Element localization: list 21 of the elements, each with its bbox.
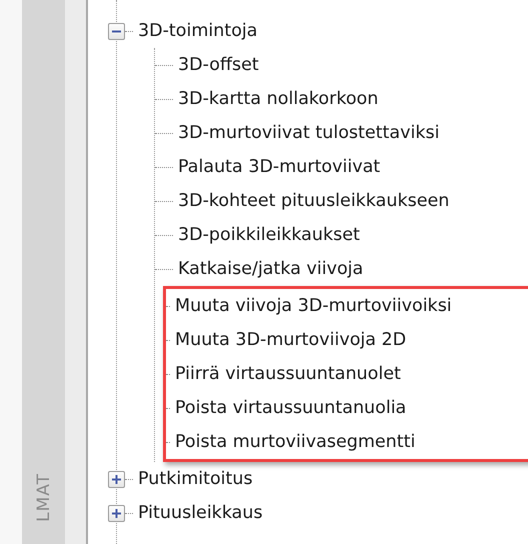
- panel-label: LMAT: [34, 473, 54, 522]
- tree-item[interactable]: 3D-kohteet pituusleikkaukseen: [178, 191, 450, 211]
- tree-item[interactable]: Putkimitoitus: [138, 469, 253, 489]
- tree-item[interactable]: Muuta viivoja 3D-murtoviivoiksi: [175, 296, 452, 316]
- plus-icon: [112, 474, 121, 484]
- expander-box[interactable]: [108, 470, 125, 488]
- tree-item[interactable]: 3D-kartta nollakorkoon: [178, 89, 378, 109]
- tree-item[interactable]: 3D-poikkileikkaukset: [178, 225, 360, 245]
- expander-box[interactable]: [108, 22, 125, 40]
- tree-item[interactable]: 3D-toimintoja: [138, 21, 258, 41]
- tree-item[interactable]: 3D-offset: [178, 55, 259, 75]
- tree-item[interactable]: Muuta 3D-murtoviivoja 2D: [175, 330, 406, 350]
- tree-item[interactable]: Poista virtaussuuntanuolia: [175, 398, 406, 418]
- plus-icon: [112, 508, 121, 518]
- tree-item[interactable]: Palauta 3D-murtoviivat: [178, 157, 380, 177]
- tree-item[interactable]: Pituusleikkaus: [138, 503, 263, 523]
- tree-item[interactable]: Piirrä virtaussuuntanuolet: [175, 364, 401, 384]
- tree-item[interactable]: Katkaise/jatka viivoja: [178, 259, 364, 279]
- expander-box[interactable]: [108, 504, 125, 522]
- tree-item[interactable]: 3D-murtoviivat tulostettaviksi: [178, 123, 440, 143]
- tree-item[interactable]: Poista murtoviivasegmentti: [175, 432, 416, 452]
